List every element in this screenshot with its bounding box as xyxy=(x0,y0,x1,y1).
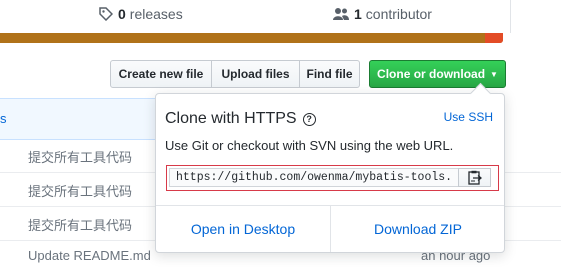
repo-stats-bar: 0 releases 1 contributor xyxy=(0,0,511,33)
question-icon[interactable]: ? xyxy=(302,112,316,126)
clone-popover: Clone with HTTPS ? Use SSH Use Git or ch… xyxy=(155,82,505,253)
row-divider xyxy=(505,173,561,207)
clipboard-icon xyxy=(467,170,482,185)
table-row: 提交所有工具代码 xyxy=(0,207,170,241)
row-divider xyxy=(505,139,561,173)
commit-message[interactable]: 提交所有工具代码 xyxy=(28,147,132,166)
tag-icon xyxy=(99,7,113,21)
create-new-file-button[interactable]: Create new file xyxy=(110,60,212,88)
contributors-label: contributor xyxy=(365,6,432,22)
contributors-link[interactable]: 1 contributor xyxy=(333,6,432,22)
commit-message[interactable]: 提交所有工具代码 xyxy=(28,215,132,234)
table-row: 提交所有工具代码 xyxy=(0,139,170,173)
file-table-header: s xyxy=(0,98,170,140)
url-highlight-box xyxy=(166,165,499,191)
releases-link[interactable]: 0 releases xyxy=(99,6,183,22)
releases-count: 0 xyxy=(118,6,126,22)
popover-title-text: Clone with HTTPS xyxy=(165,110,297,127)
table-row: 提交所有工具代码 xyxy=(0,173,170,207)
language-bar[interactable] xyxy=(0,33,503,43)
contributors-count: 1 xyxy=(354,6,362,22)
commit-message[interactable]: Update README.md xyxy=(28,248,151,263)
latest-commit-partial[interactable]: s xyxy=(0,111,7,126)
upload-files-button[interactable]: Upload files xyxy=(211,60,300,88)
download-zip-button[interactable]: Download ZIP xyxy=(331,206,505,252)
file-table: s 提交所有工具代码 提交所有工具代码 提交所有工具代码 xyxy=(0,98,170,267)
row-divider xyxy=(505,207,561,241)
clone-button-label: Clone or download xyxy=(377,67,486,81)
find-file-button[interactable]: Find file xyxy=(299,60,360,88)
popover-description: Use Git or checkout with SVN using the w… xyxy=(165,138,454,153)
language-bar-secondary xyxy=(485,33,503,43)
clone-url-input[interactable] xyxy=(169,168,459,187)
people-icon xyxy=(333,8,349,20)
commit-message[interactable]: 提交所有工具代码 xyxy=(28,181,132,200)
releases-label: releases xyxy=(129,6,183,22)
popover-title: Clone with HTTPS ? xyxy=(165,110,316,128)
open-in-desktop-button[interactable]: Open in Desktop xyxy=(156,206,330,252)
caret-down-icon: ▼ xyxy=(490,69,498,79)
clone-or-download-button[interactable]: Clone or download ▼ xyxy=(369,60,506,88)
copy-url-button[interactable] xyxy=(458,168,491,187)
use-ssh-link[interactable]: Use SSH xyxy=(444,110,493,124)
